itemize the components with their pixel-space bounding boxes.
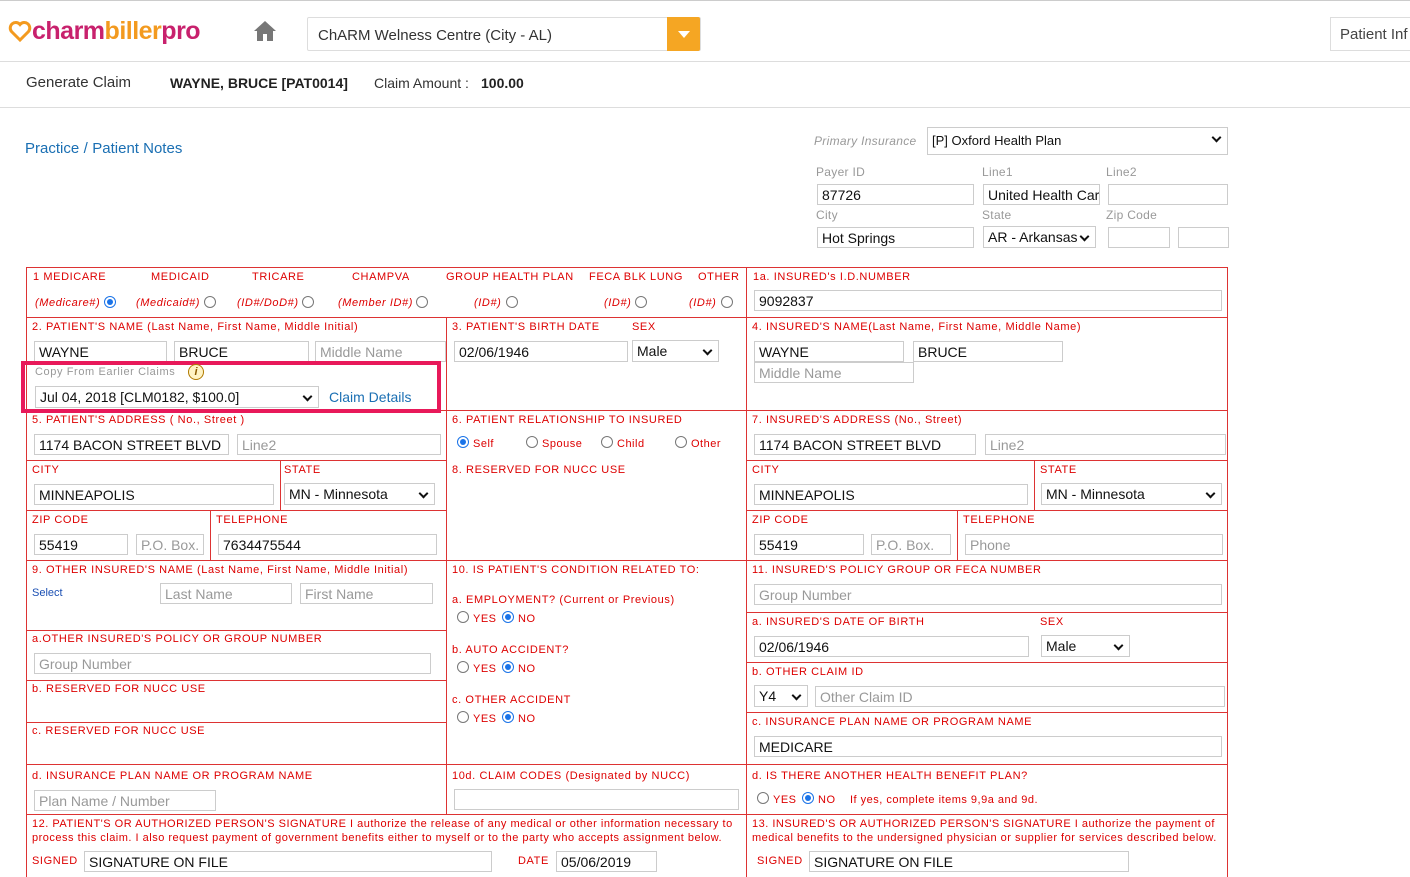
payer-state-select[interactable]: AR - Arkansas	[983, 226, 1096, 248]
relationship-other-radio[interactable]	[675, 436, 687, 448]
other-claim-qualifier-select[interactable]: Y4	[754, 685, 808, 707]
payer-line2-input[interactable]	[1108, 184, 1228, 205]
insured-sex-select[interactable]: Male	[1041, 635, 1130, 657]
patient-line2-input[interactable]: Line2	[237, 434, 441, 455]
insured-signature-input[interactable]: SIGNATURE ON FILE	[809, 851, 1129, 872]
page-title: Generate Claim	[26, 74, 132, 91]
payer-line1-input[interactable]: United Health Car	[983, 184, 1100, 205]
medicare-radio[interactable]	[104, 296, 116, 308]
tricare-radio[interactable]	[302, 296, 314, 308]
patient-name: WAYNE, BRUCE [PAT0014]	[170, 75, 348, 91]
patient-dob-input[interactable]: 02/06/1946	[454, 341, 628, 362]
patient-city-input[interactable]: MINNEAPOLIS	[34, 484, 274, 505]
patient-pobox-input[interactable]: P.O. Box.	[136, 534, 204, 555]
claim-header: Generate Claim WAYNE, BRUCE [PAT0014] Cl…	[0, 62, 1410, 108]
patient-signature-note: 12. PATIENT'S OR AUTHORIZED PERSON'S SIG…	[32, 818, 733, 844]
relationship-child-radio[interactable]	[601, 436, 613, 448]
employment-no-radio[interactable]	[502, 611, 514, 623]
champva-radio[interactable]	[416, 296, 428, 308]
auto-accident-no-radio[interactable]	[502, 661, 514, 673]
payer-zip-ext-input[interactable]	[1178, 227, 1229, 248]
patient-telephone-input[interactable]: 7634475544	[218, 534, 437, 555]
insured-first-name-input[interactable]: BRUCE	[913, 341, 1063, 362]
relationship-spouse-radio[interactable]	[526, 436, 538, 448]
signature-date-input[interactable]: 05/06/2019	[556, 851, 657, 872]
insured-street-input[interactable]: 1174 BACON STREET BLVD	[754, 434, 976, 455]
other-insured-first-name-input[interactable]: First Name	[300, 583, 433, 604]
claim-codes-input[interactable]	[454, 789, 739, 810]
insured-middle-name-input[interactable]: Middle Name	[754, 362, 914, 383]
payer-zip-input[interactable]	[1108, 227, 1170, 248]
insured-signature-note: 13. INSURED'S OR AUTHORIZED PERSON'S SIG…	[752, 818, 1217, 844]
other-insurance-radio[interactable]	[721, 296, 733, 308]
payer-id-input[interactable]: 87726	[817, 184, 974, 205]
other-insured-plan-input[interactable]: Plan Name / Number	[34, 790, 216, 811]
top-bar: charmbillerpro ChARM Welness Centre (Cit…	[0, 0, 1410, 62]
insured-last-name-input[interactable]: WAYNE	[754, 341, 904, 362]
copy-claims-select[interactable]: Jul 04, 2018 [CLM0182, $100.0]	[35, 386, 319, 408]
auto-accident-yes-radio[interactable]	[457, 661, 469, 673]
patient-sex-select[interactable]: Male	[632, 340, 719, 362]
practice-notes-link[interactable]: Practice	[25, 140, 79, 157]
insurance-plan-name-input[interactable]: MEDICARE	[754, 736, 1222, 757]
insured-policy-group-input[interactable]: Group Number	[754, 584, 1222, 605]
insured-pobox-input[interactable]: P.O. Box.	[871, 534, 951, 555]
primary-insurance-select[interactable]: [P] Oxford Health Plan	[927, 127, 1228, 155]
notes-breadcrumb: Practice / Patient Notes	[25, 140, 183, 157]
medicaid-radio[interactable]	[204, 296, 216, 308]
patient-signature-input[interactable]: SIGNATURE ON FILE	[84, 851, 492, 872]
facility-select[interactable]: ChARM Welness Centre (City - AL)	[307, 17, 701, 51]
other-insured-last-name-input[interactable]: Last Name	[160, 583, 292, 604]
chevron-down-icon[interactable]	[667, 17, 700, 51]
patient-zip-input[interactable]: 55419	[34, 534, 128, 555]
relationship-self-radio[interactable]	[457, 436, 469, 448]
employment-yes-radio[interactable]	[457, 611, 469, 623]
other-accident-no-radio[interactable]	[502, 711, 514, 723]
charmbillerpro-logo[interactable]: charmbillerpro	[8, 17, 201, 46]
claim-amount-label: Claim Amount :	[374, 75, 469, 91]
claim-details-link[interactable]: Claim Details	[329, 389, 411, 405]
heart-logo-icon	[8, 21, 32, 43]
insured-telephone-input[interactable]: Phone	[965, 534, 1223, 555]
other-claim-id-input[interactable]: Other Claim ID	[815, 686, 1225, 707]
other-accident-yes-radio[interactable]	[457, 711, 469, 723]
feca-blk-lung-radio[interactable]	[635, 296, 647, 308]
insured-dob-input[interactable]: 02/06/1946	[754, 636, 1029, 657]
patient-street-input[interactable]: 1174 BACON STREET BLVD	[34, 434, 229, 455]
home-icon[interactable]	[252, 18, 278, 44]
patient-notes-link[interactable]: Patient Notes	[92, 140, 182, 157]
primary-insurance-label: Primary Insurance	[814, 134, 917, 148]
payer-city-input[interactable]: Hot Springs	[817, 227, 974, 248]
claim-amount: 100.00	[481, 75, 524, 91]
insured-state-select[interactable]: MN - Minnesota	[1041, 483, 1222, 505]
insured-id-input[interactable]: 9092837	[754, 290, 1222, 311]
patient-middle-name-input[interactable]: Middle Name	[315, 341, 446, 362]
patient-state-select[interactable]: MN - Minnesota	[284, 483, 435, 505]
patient-last-name-input[interactable]: WAYNE	[34, 341, 167, 362]
patient-first-name-input[interactable]: BRUCE	[174, 341, 309, 362]
other-insured-select-link[interactable]: Select	[32, 587, 63, 599]
patient-info-button[interactable]: Patient Inf	[1330, 17, 1410, 51]
another-plan-no-radio[interactable]	[802, 792, 814, 804]
insured-city-input[interactable]: MINNEAPOLIS	[754, 484, 1028, 505]
group-health-plan-radio[interactable]	[506, 296, 518, 308]
info-icon[interactable]: i	[188, 364, 204, 380]
another-plan-yes-radio[interactable]	[757, 792, 769, 804]
other-insured-group-input[interactable]: Group Number	[34, 653, 431, 674]
insured-line2-input[interactable]: Line2	[985, 434, 1226, 455]
insured-zip-input[interactable]: 55419	[754, 534, 864, 555]
